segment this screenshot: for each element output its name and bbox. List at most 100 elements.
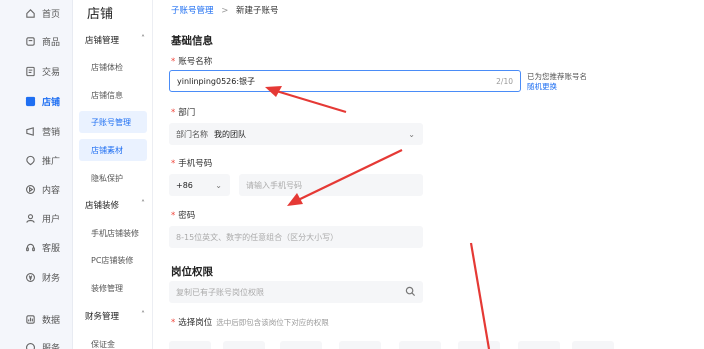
account-suggestion: 已为您推荐账号名 随机更换 [527, 72, 587, 92]
primary-nav: 首页 商品 交易 店铺 营销 推广 内容 用户 客服 财务 数据 服务 [0, 0, 73, 349]
nav-label: 财务 [42, 273, 61, 284]
required-mark: * [171, 57, 176, 67]
chevron-down-icon: ⌄ [215, 180, 222, 190]
secondary-nav: 店铺 店铺管理 ˄ 店铺体检 店铺信息 子账号管理 店铺素材 隐私保护 店铺装修… [73, 0, 153, 349]
nav-item-service2[interactable]: 服务 [0, 334, 73, 349]
select-role-label: * 选择岗位 选中后即包含该岗位下对应的权限 [171, 316, 329, 328]
label-text: 账号名称 [178, 57, 213, 67]
nav-item-promote[interactable]: 推广 [0, 147, 73, 173]
nav-item-content[interactable]: 内容 [0, 176, 73, 202]
phone-input[interactable]: 请输入手机号码 [239, 174, 423, 196]
role-option[interactable] [572, 341, 614, 349]
group-label: 店铺装修 [85, 201, 120, 211]
label-text: 选择岗位 [178, 318, 213, 328]
nav-item-home[interactable]: 首页 [0, 0, 73, 26]
account-name-value: yinlinping0526:银子 [177, 76, 256, 86]
caret-up-icon: ˄ [141, 310, 145, 319]
nav-label: 店铺 [42, 97, 61, 108]
required-mark: * [171, 108, 176, 118]
role-option[interactable] [399, 341, 441, 349]
nav2-item-decorate-manage[interactable]: 装修管理 [79, 277, 147, 299]
account-name-input[interactable]: yinlinping0526:银子 2/10 [169, 70, 521, 92]
nav2-item-deposit[interactable]: 保证金 [79, 333, 147, 349]
nav2-item-store-info[interactable]: 店铺信息 [79, 84, 147, 106]
nav2-item-store-check[interactable]: 店铺体检 [79, 56, 147, 78]
user-icon [22, 213, 38, 224]
data-icon [22, 314, 38, 325]
trade-icon [22, 66, 38, 77]
role-option[interactable] [280, 341, 322, 349]
nav-item-user[interactable]: 用户 [0, 205, 73, 231]
password-input[interactable]: 8-15位英文、数字的任意组合（区分大小写） [169, 226, 423, 248]
nav2-item-subaccount[interactable]: 子账号管理 [79, 111, 147, 133]
content-icon [22, 184, 38, 195]
group-label: 店铺管理 [85, 36, 120, 46]
dept-label: * 部门 [171, 106, 195, 118]
nav-label: 首页 [42, 9, 61, 20]
nav-label: 数据 [42, 315, 61, 326]
marketing-icon [22, 126, 38, 137]
group-store-manage[interactable]: 店铺管理 ˄ [85, 34, 145, 46]
role-option[interactable] [518, 341, 560, 349]
select-role-hint: 选中后即包含该岗位下对应的权限 [216, 318, 329, 327]
basic-info-title: 基础信息 [171, 35, 213, 47]
nav-label: 客服 [42, 243, 61, 254]
nav-item-data[interactable]: 数据 [0, 306, 73, 332]
random-change-link[interactable]: 随机更换 [527, 82, 587, 92]
nav2-item-store-material[interactable]: 店铺素材 [79, 139, 147, 161]
promote-icon [22, 155, 38, 166]
role-option[interactable] [339, 341, 381, 349]
nav-item-service[interactable]: 客服 [0, 234, 73, 260]
role-option[interactable] [169, 341, 211, 349]
finance-icon [22, 272, 38, 283]
service2-icon [22, 342, 38, 349]
breadcrumb-parent[interactable]: 子账号管理 [171, 6, 214, 16]
nav-label: 商品 [42, 37, 61, 48]
phone-placeholder: 请输入手机号码 [246, 180, 302, 190]
phone-label: * 手机号码 [171, 157, 212, 169]
phone-code-select[interactable]: +86 ⌄ [169, 174, 230, 196]
goods-icon [22, 36, 38, 47]
nav2-item-privacy[interactable]: 隐私保护 [79, 167, 147, 189]
breadcrumb-separator: > [221, 6, 229, 16]
nav-item-trade[interactable]: 交易 [0, 58, 73, 84]
phone-code-value: +86 [176, 180, 193, 190]
label-text: 密码 [178, 211, 196, 221]
breadcrumb-current: 新建子账号 [236, 6, 279, 16]
nav-label: 内容 [42, 185, 61, 196]
dept-select[interactable]: 部门名称 我的团队 ⌄ [169, 123, 423, 145]
arrow-to-role-options [469, 242, 491, 349]
page-root: 首页 商品 交易 店铺 营销 推广 内容 用户 客服 财务 数据 服务 店铺 店… [0, 0, 704, 349]
caret-up-icon: ˄ [141, 34, 145, 43]
required-mark: * [171, 159, 176, 169]
account-name-label: * 账号名称 [171, 55, 212, 67]
nav2-item-pc-decorate[interactable]: PC店铺装修 [79, 249, 147, 271]
label-text: 部门 [178, 108, 196, 118]
store-icon [22, 96, 38, 107]
nav-item-marketing[interactable]: 营销 [0, 118, 73, 144]
nav-label: 推广 [42, 156, 61, 167]
breadcrumb: 子账号管理 > 新建子账号 [171, 4, 279, 16]
nav-item-finance[interactable]: 财务 [0, 264, 73, 290]
caret-up-icon: ˄ [141, 199, 145, 208]
nav-label: 营销 [42, 127, 61, 138]
dept-prefix: 部门名称 [176, 129, 208, 139]
password-label: * 密码 [171, 209, 195, 221]
role-option[interactable] [223, 341, 265, 349]
role-search-input[interactable]: 复制已有子账号岗位权限 [169, 281, 423, 303]
group-label: 财务管理 [85, 312, 120, 322]
chevron-down-icon: ⌄ [408, 129, 415, 139]
nav-item-goods[interactable]: 商品 [0, 28, 73, 54]
label-text: 手机号码 [178, 159, 213, 169]
nav-label: 交易 [42, 67, 61, 78]
required-mark: * [171, 211, 176, 221]
nav-item-store[interactable]: 店铺 [0, 88, 73, 114]
nav-label: 服务 [42, 343, 61, 349]
role-option[interactable] [458, 341, 500, 349]
nav2-item-mobile-decorate[interactable]: 手机店铺装修 [79, 222, 147, 244]
password-placeholder: 8-15位英文、数字的任意组合（区分大小写） [176, 232, 339, 242]
service-icon [22, 242, 38, 253]
home-icon [22, 8, 38, 19]
group-finance-manage[interactable]: 财务管理 ˄ [85, 310, 145, 322]
group-store-decorate[interactable]: 店铺装修 ˄ [85, 199, 145, 211]
